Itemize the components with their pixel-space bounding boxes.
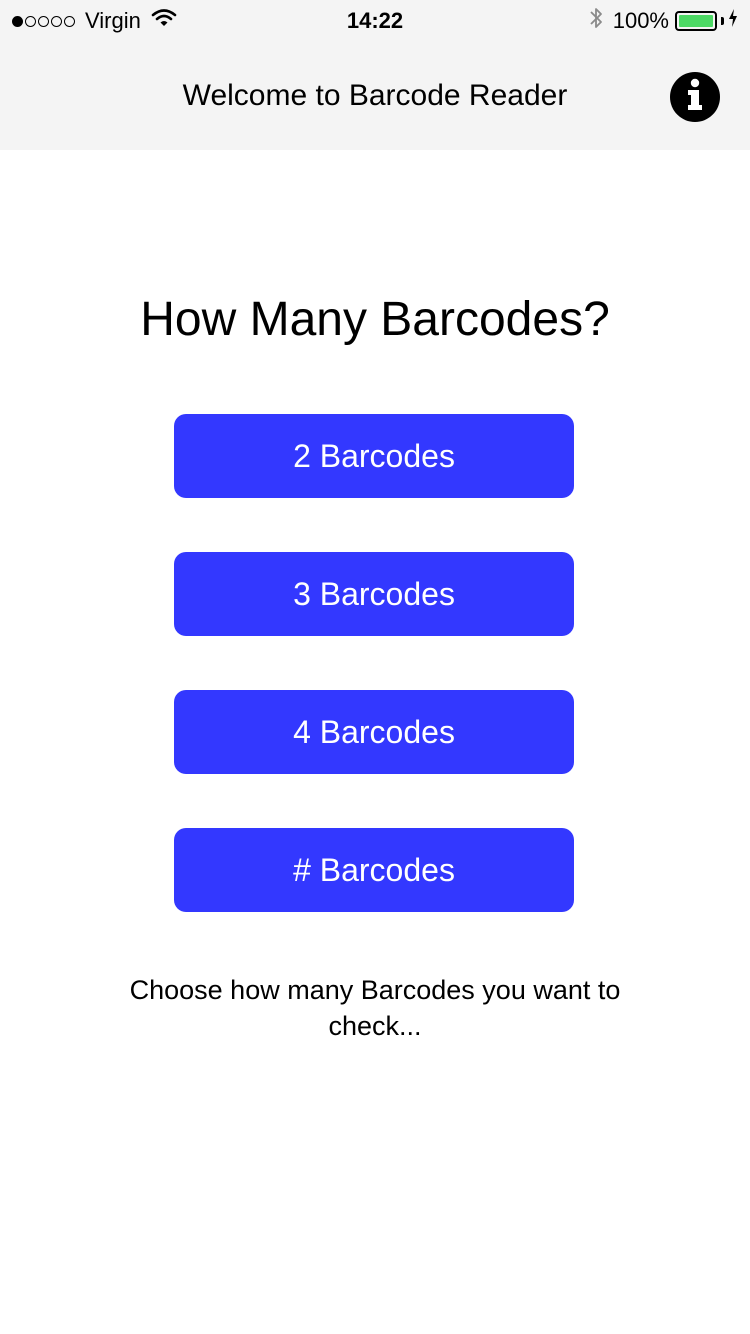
info-icon <box>670 70 720 125</box>
battery-cap <box>721 17 724 25</box>
two-barcodes-button[interactable]: 2 Barcodes <box>174 414 574 498</box>
battery-icon <box>675 11 717 31</box>
three-barcodes-button[interactable]: 3 Barcodes <box>174 552 574 636</box>
battery-level-fill <box>679 15 713 27</box>
four-barcodes-button[interactable]: 4 Barcodes <box>174 690 574 774</box>
page-heading: How Many Barcodes? <box>140 293 610 346</box>
instruction-text: Choose how many Barcodes you want to che… <box>129 975 621 1041</box>
battery-percentage: 100% <box>612 8 669 33</box>
status-bar: Virgin 14:22 100% <box>0 0 750 40</box>
top-bar: Virgin 14:22 100% Welcome to Barcode Rea… <box>0 0 750 150</box>
bluetooth-icon <box>589 6 603 36</box>
custom-barcodes-button[interactable]: # Barcodes <box>174 828 574 912</box>
navbar-title: Welcome to Barcode Reader <box>182 79 568 112</box>
info-button[interactable] <box>670 72 720 122</box>
status-bar-right: 100% <box>589 6 738 36</box>
charging-bolt-icon <box>728 8 738 34</box>
